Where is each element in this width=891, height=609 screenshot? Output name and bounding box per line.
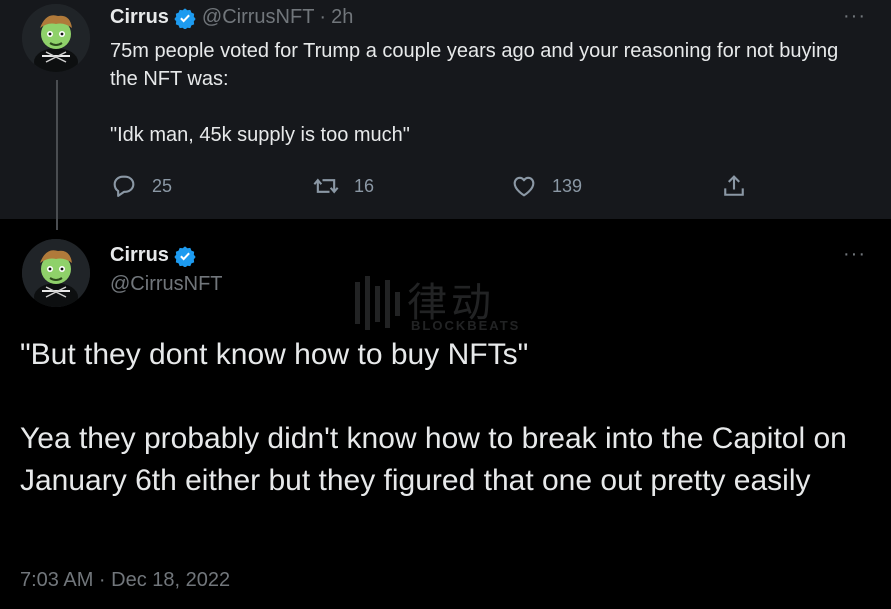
- tweet-header: Cirrus @CirrusNFT · 2h: [110, 6, 353, 29]
- like-icon: [513, 176, 535, 197]
- tweet-header: Cirrus: [110, 244, 202, 267]
- avatar-image: [22, 4, 90, 72]
- tweet-timestamp[interactable]: 7:03 AM · Dec 18, 2022: [20, 569, 230, 592]
- share-button[interactable]: [720, 172, 762, 200]
- avatar-image: [22, 239, 90, 307]
- separator-dot: ·: [319, 6, 327, 28]
- tweet-text-line: Yea they probably didn't know how to bre…: [20, 422, 847, 497]
- tweet-time[interactable]: 2h: [331, 6, 353, 29]
- author-handle[interactable]: @CirrusNFT: [202, 6, 315, 29]
- tweet-actions: 25 16 139: [110, 172, 760, 200]
- tweet-text-line: 75m people voted for Trump a couple year…: [110, 40, 839, 90]
- retweet-count: 16: [354, 175, 375, 196]
- like-count: 139: [552, 175, 583, 196]
- tweet-text: "But they dont know how to buy NFTs" Yea…: [20, 334, 880, 502]
- thread-connector: [56, 80, 58, 230]
- verified-badge-icon: [174, 245, 196, 267]
- reply-icon: [113, 175, 135, 197]
- tweet-text-line: "Idk man, 45k supply is too much": [110, 124, 410, 146]
- author-name[interactable]: Cirrus: [110, 244, 169, 267]
- share-icon: [724, 175, 744, 196]
- reply-button[interactable]: 25: [110, 172, 172, 200]
- author-handle[interactable]: @CirrusNFT: [110, 273, 223, 296]
- author-name[interactable]: Cirrus: [110, 6, 169, 29]
- parent-tweet[interactable]: Cirrus @CirrusNFT · 2h ··· 75m people vo…: [0, 0, 891, 219]
- tweet-text: 75m people voted for Trump a couple year…: [110, 37, 870, 149]
- avatar[interactable]: [22, 239, 90, 307]
- reply-count: 25: [152, 175, 173, 196]
- retweet-button[interactable]: 16: [312, 172, 374, 200]
- verified-badge-icon: [174, 7, 196, 29]
- retweet-icon: [313, 178, 339, 194]
- more-icon[interactable]: ···: [843, 6, 866, 26]
- more-icon[interactable]: ···: [843, 244, 866, 264]
- like-button[interactable]: 139: [510, 172, 582, 200]
- tweet-text-line: "But they dont know how to buy NFTs": [20, 338, 529, 371]
- avatar[interactable]: [22, 4, 90, 72]
